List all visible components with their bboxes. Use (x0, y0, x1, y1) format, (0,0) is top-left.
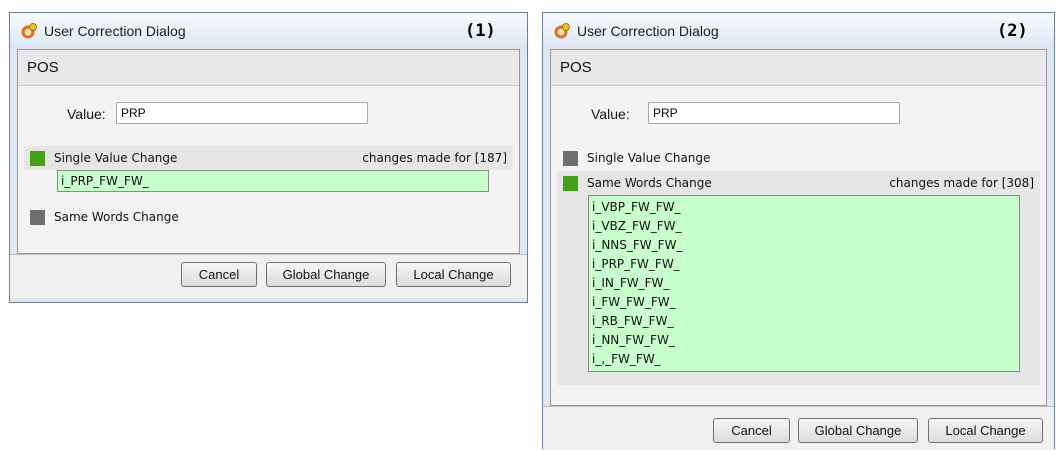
title-bar[interactable]: User Correction Dialog (1) (10, 13, 527, 49)
cancel-button[interactable]: Cancel (181, 262, 257, 287)
panel-number: (2) (997, 21, 1028, 41)
single-value-change-indicator[interactable] (30, 151, 45, 166)
local-change-button[interactable]: Local Change (396, 262, 511, 287)
same-words-change-option[interactable]: Same Words Change (24, 205, 513, 229)
global-change-button[interactable]: Global Change (798, 418, 918, 443)
list-item[interactable]: i_NNS_FW_FW_ (592, 238, 682, 252)
value-label: Value: (591, 106, 630, 122)
window-title: User Correction Dialog (44, 23, 186, 39)
section-header: POS (18, 50, 519, 86)
list-item[interactable]: i_RB_FW_FW_ (592, 314, 673, 328)
same-words-change-label: Same Words Change (54, 210, 179, 224)
list-item[interactable]: i_IN_FW_FW_ (592, 276, 669, 290)
cancel-button[interactable]: Cancel (713, 418, 790, 443)
app-icon (554, 23, 570, 39)
single-value-change-label: Single Value Change (54, 151, 178, 165)
same-words-change-indicator[interactable] (30, 210, 45, 225)
value-input[interactable] (648, 102, 900, 124)
changed-items-list[interactable]: i_VBP_FW_FW_ i_VBZ_FW_FW_ i_NNS_FW_FW_ i… (588, 195, 1020, 372)
single-value-change-indicator[interactable] (563, 151, 578, 166)
list-item[interactable]: i_PRP_FW_FW_ (61, 174, 149, 188)
list-item[interactable]: i_PRP_FW_FW_ (592, 257, 680, 271)
button-bar: Cancel Global Change Local Change (10, 254, 527, 298)
button-bar: Cancel Global Change Local Change (543, 406, 1054, 450)
list-item[interactable]: i_NN_FW_FW_ (592, 333, 675, 347)
user-correction-dialog-1: User Correction Dialog (1) POS Value: Si… (9, 12, 528, 303)
app-icon (21, 23, 37, 39)
local-change-button[interactable]: Local Change (928, 418, 1043, 443)
global-change-button[interactable]: Global Change (266, 262, 386, 287)
changed-items-list[interactable]: i_PRP_FW_FW_ (57, 170, 489, 192)
section-header: POS (551, 50, 1046, 86)
list-item[interactable]: i_VBP_FW_FW_ (592, 200, 681, 214)
list-item[interactable]: i_,_FW_FW_ (592, 352, 661, 366)
list-item[interactable]: i_FW_FW_FW_ (592, 295, 676, 309)
value-input[interactable] (116, 102, 368, 124)
panel-number: (1) (465, 21, 496, 41)
changes-count: changes made for [187] (362, 151, 507, 165)
section-title: POS (27, 59, 59, 76)
dialog-content: POS Value: Single Value Change Same Word… (550, 49, 1047, 406)
same-words-change-indicator[interactable] (563, 176, 578, 191)
single-value-change-label: Single Value Change (587, 151, 711, 165)
window-title: User Correction Dialog (577, 23, 719, 39)
single-value-change-option[interactable]: Single Value Change changes made for [18… (24, 146, 513, 170)
section-title: POS (560, 59, 592, 76)
title-bar[interactable]: User Correction Dialog (2) (543, 13, 1054, 49)
user-correction-dialog-2: User Correction Dialog (2) POS Value: Si… (542, 12, 1055, 450)
changes-count: changes made for [308] (889, 176, 1034, 190)
list-item[interactable]: i_VBZ_FW_FW_ (592, 219, 682, 233)
same-words-change-label: Same Words Change (587, 176, 712, 190)
dialog-content: POS Value: Single Value Change changes m… (17, 49, 520, 254)
value-label: Value: (67, 106, 106, 122)
single-value-change-option[interactable]: Single Value Change (557, 146, 1040, 170)
